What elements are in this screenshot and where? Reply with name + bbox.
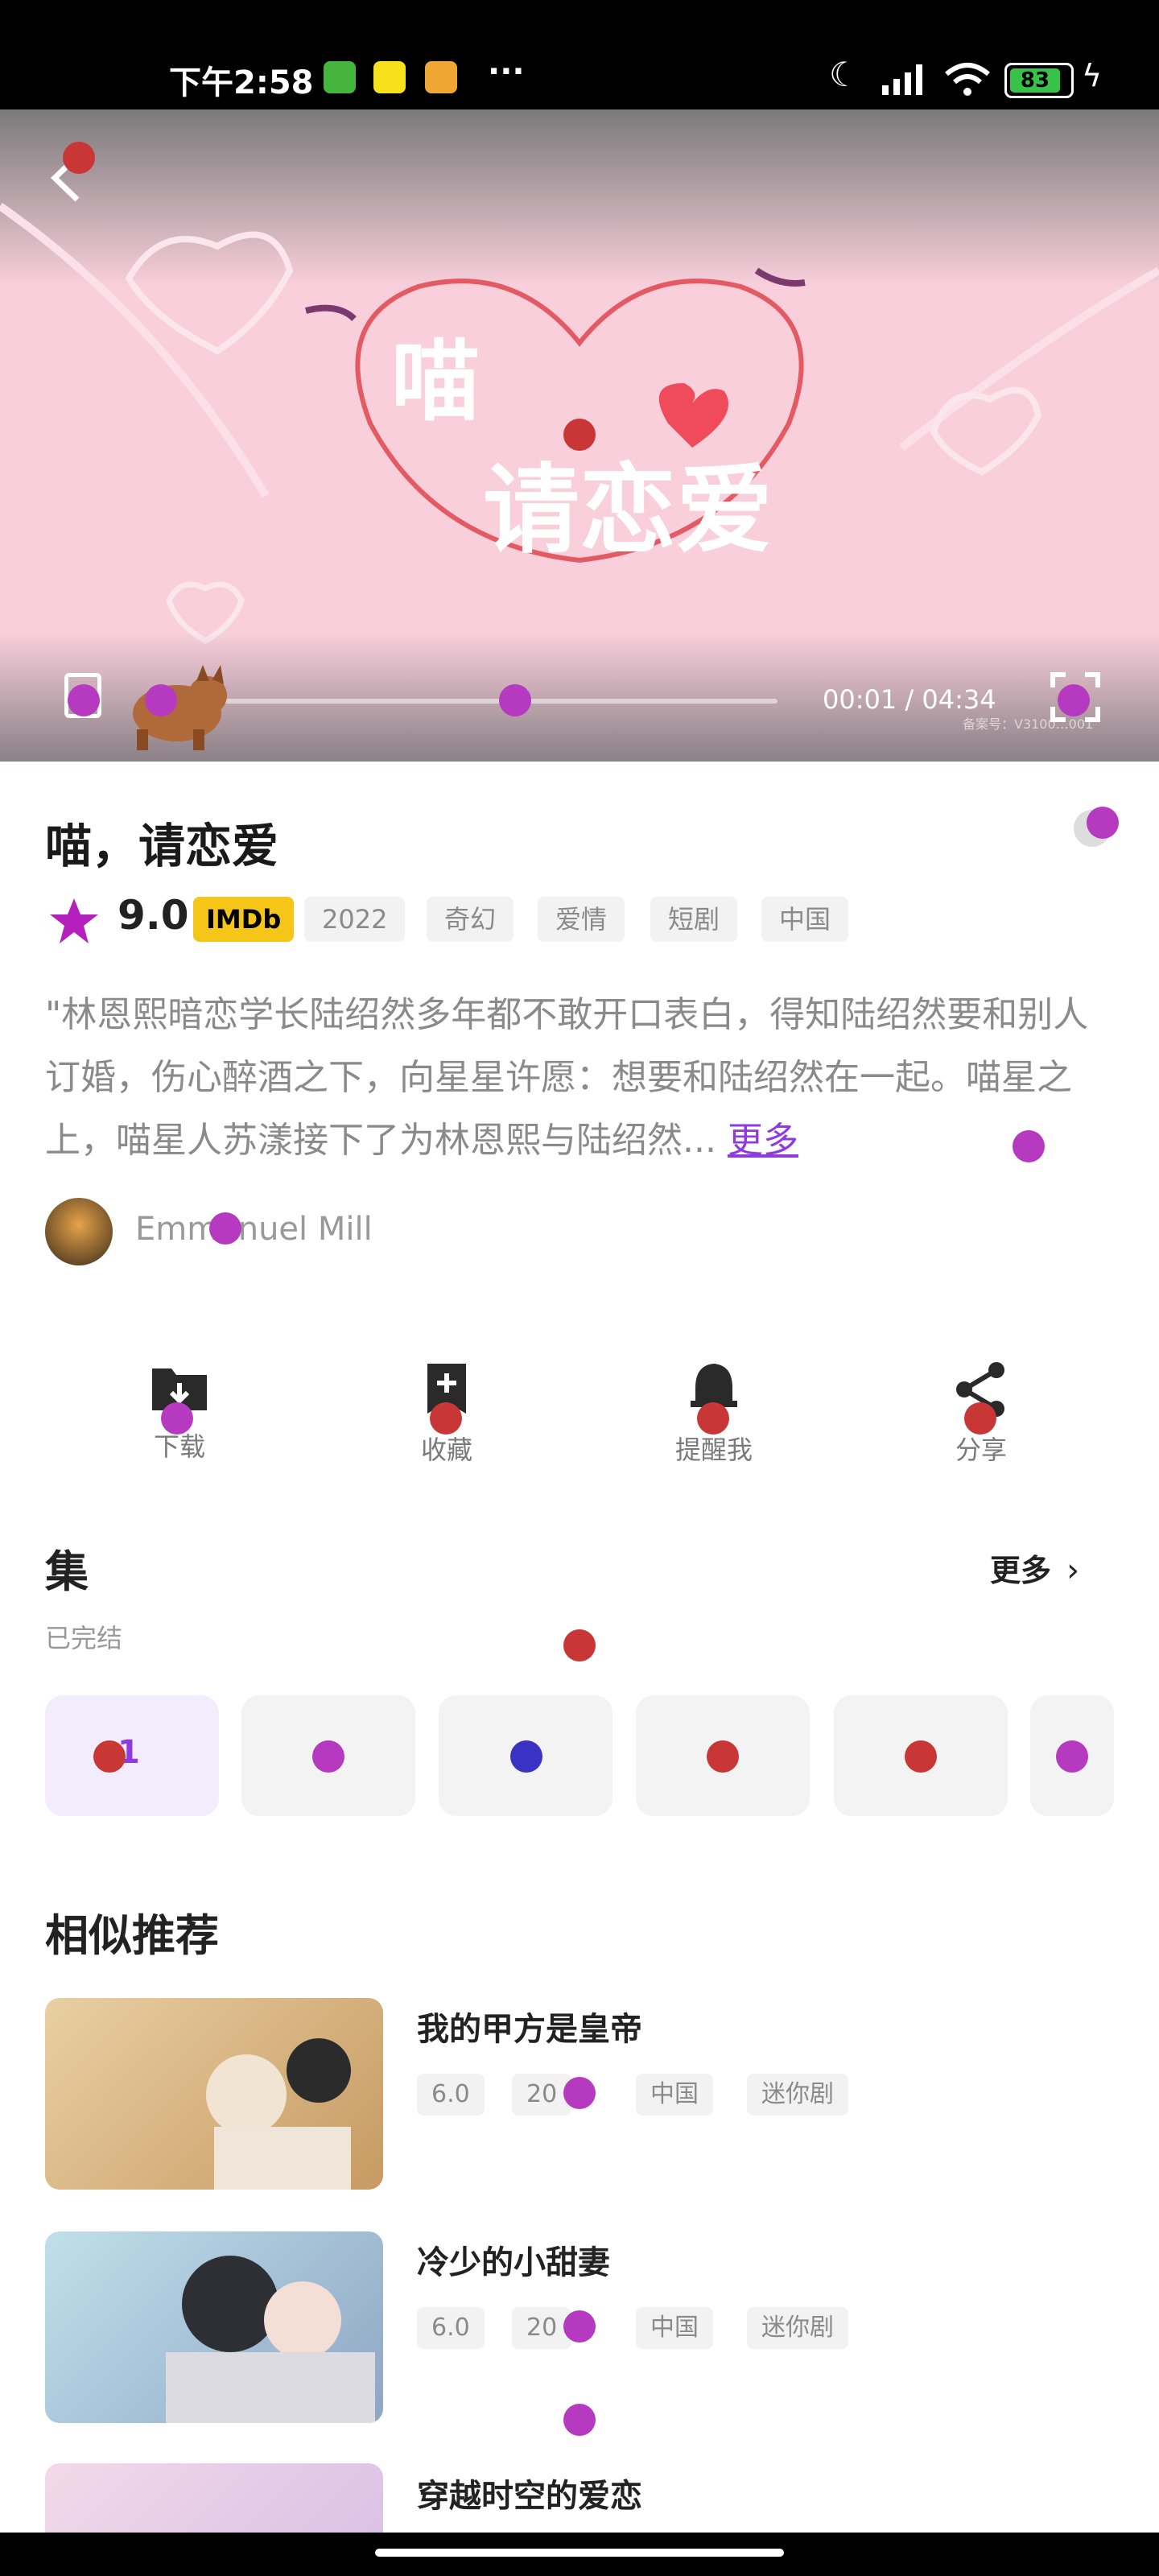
video-title-line2: 请恋爱 xyxy=(483,455,773,567)
marker-dot xyxy=(161,1402,193,1435)
status-time: 下午2:58 xyxy=(169,64,314,101)
show-title: 喵，请恋爱 xyxy=(45,819,279,873)
tag-region: 中国 xyxy=(761,897,849,942)
marker-dot xyxy=(697,1402,729,1435)
author-name[interactable]: Emmanuel Mill xyxy=(135,1211,373,1248)
recommend-item-tag: 20 xyxy=(512,2074,572,2116)
episodes-status: 已完结 xyxy=(45,1623,123,1653)
marker-dot xyxy=(563,419,596,451)
marker-dot xyxy=(430,1402,462,1435)
recommend-poster[interactable] xyxy=(45,2463,383,2544)
battery-level: 83 xyxy=(1010,68,1060,93)
marker-dot xyxy=(499,684,531,716)
recommend-poster[interactable] xyxy=(45,1998,383,2190)
tag-genre: 奇幻 xyxy=(427,897,514,942)
app-notification-icon xyxy=(373,61,406,93)
system-nav-bar xyxy=(0,2533,1159,2576)
description-text: "林恩熙暗恋学长陆绍然多年都不敢开口表白，得知陆绍然要和别人订婚，伤心醉酒之下，… xyxy=(45,994,1089,1161)
recommend-item-tag: 6.0 xyxy=(417,2307,485,2349)
more-notifications-icon: ··· xyxy=(488,53,525,90)
poster-image xyxy=(166,2256,375,2423)
app-notification-icon xyxy=(324,61,356,93)
bookmark-label: 收藏 xyxy=(420,1435,472,1465)
marker-dot xyxy=(209,1212,241,1245)
marker-dot xyxy=(93,1740,126,1773)
charging-icon: ϟ xyxy=(1082,58,1103,93)
marker-dot xyxy=(312,1740,344,1773)
imdb-badge: IMDb xyxy=(193,897,295,942)
marker-dot xyxy=(964,1402,996,1435)
tag-genre: 爱情 xyxy=(538,897,625,942)
recommend-item-tag: 中国 xyxy=(636,2307,713,2349)
marker-dot xyxy=(145,684,177,716)
marker-dot xyxy=(63,142,95,174)
recommend-item-title[interactable]: 冷少的小甜妻 xyxy=(417,2236,610,2283)
chevron-right-icon: › xyxy=(1066,1552,1080,1589)
recommend-item-tag: 中国 xyxy=(636,2074,713,2116)
video-title-line1: 喵 xyxy=(391,330,480,433)
moon-icon: ☾ xyxy=(829,55,860,94)
battery-icon: 83 xyxy=(1004,63,1074,98)
recommend-item-title[interactable]: 穿越时空的爱恋 xyxy=(417,2470,642,2516)
author-avatar[interactable] xyxy=(45,1198,113,1265)
share-label: 分享 xyxy=(955,1435,1007,1465)
episodes-more-button[interactable]: 更多 › xyxy=(990,1546,1079,1590)
home-indicator[interactable] xyxy=(375,2549,784,2557)
recommend-poster[interactable] xyxy=(45,2231,383,2423)
marker-dot xyxy=(1056,1740,1088,1773)
marker-dot xyxy=(1013,1130,1045,1162)
recommend-title: 相似推荐 xyxy=(45,1910,219,1961)
rating-star-icon xyxy=(50,898,98,943)
tag-type: 短剧 xyxy=(650,897,738,942)
marker-dot xyxy=(1058,684,1090,716)
cat-scrubber-icon[interactable] xyxy=(113,657,241,753)
episode-item[interactable]: 1 xyxy=(45,1695,219,1816)
recommend-item-title[interactable]: 我的甲方是皇帝 xyxy=(417,2003,642,2050)
progress-track[interactable] xyxy=(161,699,777,704)
episodes-title: 集 xyxy=(45,1546,89,1597)
recommend-item-tag: 迷你剧 xyxy=(747,2307,848,2349)
app-notification-icon xyxy=(425,61,457,93)
marker-dot xyxy=(563,2077,596,2109)
status-bar: 下午2:58 ··· ☾ 83 ϟ xyxy=(0,0,1159,109)
show-description: "林恩熙暗恋学长陆绍然多年都不敢开口表白，得知陆绍然要和别人订婚，伤心醉酒之下，… xyxy=(45,984,1116,1172)
more-description-link[interactable]: 更多 xyxy=(728,1120,798,1161)
marker-dot xyxy=(707,1740,739,1773)
poster-image xyxy=(206,2038,351,2190)
marker-dot xyxy=(563,2310,596,2343)
tag-year: 2022 xyxy=(304,897,406,942)
recommend-item-tag: 迷你剧 xyxy=(747,2074,848,2116)
marker-dot xyxy=(905,1740,937,1773)
wifi-icon xyxy=(945,63,990,96)
marker-dot xyxy=(563,1629,596,1662)
marker-dot xyxy=(1087,807,1119,839)
marker-dot xyxy=(510,1740,542,1773)
marker-dot xyxy=(68,684,100,716)
episodes-more-label: 更多 xyxy=(990,1553,1052,1588)
video-time: 00:01 / 04:34 xyxy=(823,684,996,715)
rating-value: 9.0 xyxy=(118,892,189,939)
remind-label: 提醒我 xyxy=(674,1435,753,1465)
marker-dot xyxy=(563,2404,596,2436)
signal-icon xyxy=(882,64,922,95)
recommend-item-tag: 6.0 xyxy=(417,2074,485,2116)
recommend-item-tag: 20 xyxy=(512,2307,572,2349)
